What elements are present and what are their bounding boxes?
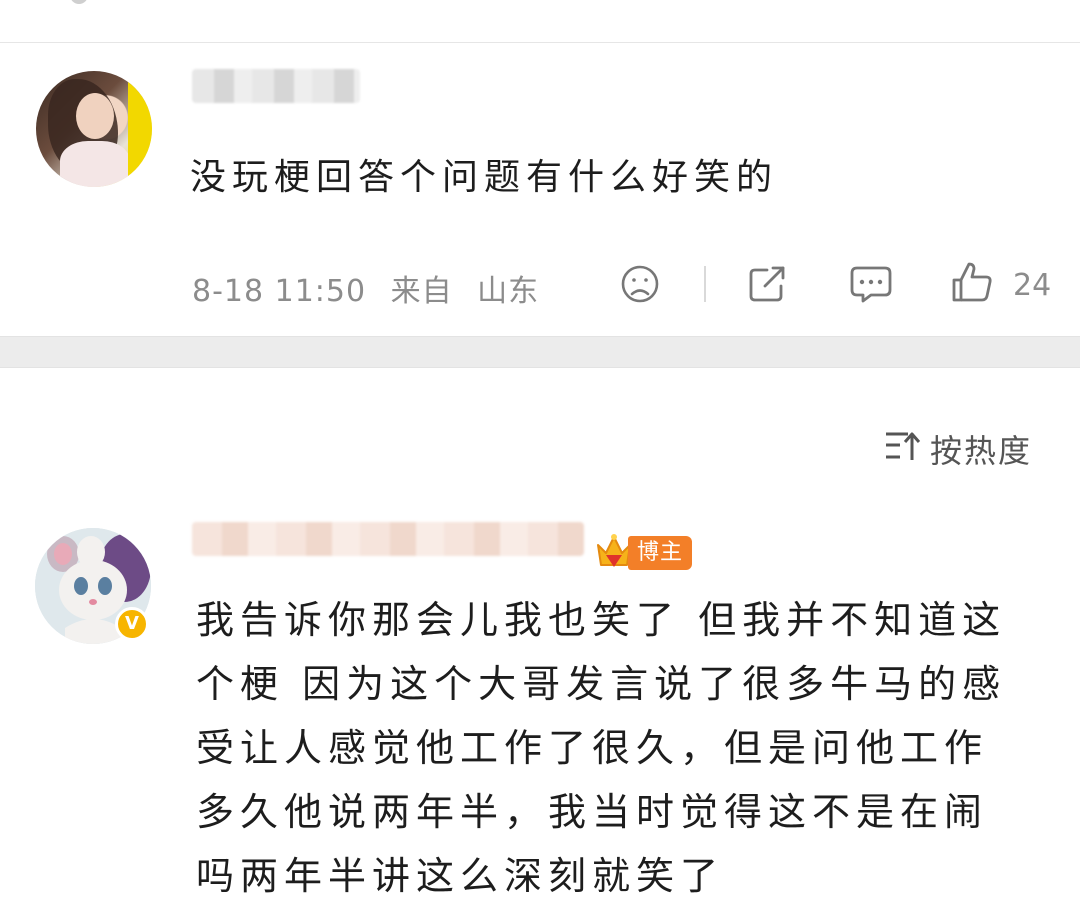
comment-text: 没玩梗回答个问题有什么好笑的 — [190, 157, 779, 198]
partial-icon — [70, 0, 88, 4]
avatar[interactable] — [36, 71, 152, 187]
previous-content-strip — [0, 0, 1080, 43]
thumbs-up-icon[interactable] — [951, 260, 993, 304]
comment-text-line: 吗两年半讲这么深刻就笑了 — [196, 854, 725, 898]
verified-badge: V — [115, 607, 149, 641]
comment-date: 8-18 11:50 — [192, 274, 367, 309]
comment-text-line: 受让人感觉他工作了很久，但是问他工作 — [196, 726, 989, 770]
like-count: 24 — [1013, 268, 1052, 303]
sort-label: 按热度 — [930, 432, 1033, 470]
comment-icon[interactable] — [849, 264, 893, 304]
comment-text-line: 个梗 因为这个大哥发言说了很多牛马的感 — [196, 662, 1007, 706]
section-divider — [0, 336, 1080, 368]
action-separator — [704, 266, 706, 302]
sort-icon — [886, 432, 921, 460]
share-icon[interactable] — [747, 264, 789, 304]
comment-location: 山东 — [477, 274, 540, 309]
blurred-username[interactable] — [192, 69, 360, 103]
comment-text: 我告诉你那会儿我也笑了 但我并不知道这 个梗 因为这个大哥发言说了很多牛马的感 … — [196, 588, 1036, 908]
comment-text-line: 多久他说两年半，我当时觉得这不是在闹 — [196, 790, 989, 834]
comment-meta: 8-18 11:50 来自 山东 — [192, 266, 553, 310]
sad-face-icon[interactable] — [620, 264, 660, 304]
author-badge: 博主 — [628, 536, 692, 570]
comment-text-line: 我告诉你那会儿我也笑了 但我并不知道这 — [196, 598, 1007, 642]
blurred-username[interactable] — [192, 522, 584, 556]
comment-from-label: 来自 — [390, 274, 453, 309]
